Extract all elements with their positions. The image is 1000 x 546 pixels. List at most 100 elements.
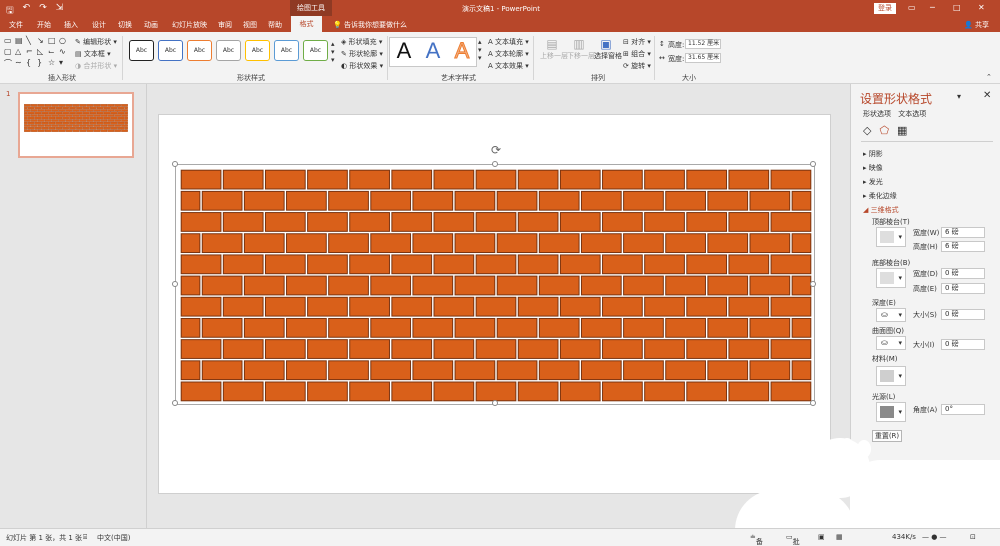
rotate-button[interactable]: ⟳ 旋转 ▾ <box>623 61 651 71</box>
shape-style-2[interactable]: Abc <box>158 40 183 61</box>
bottom-bevel-picker[interactable]: ▾ <box>876 268 906 288</box>
shape-triangle-icon[interactable]: △ <box>15 47 25 57</box>
section-soft-edges[interactable]: ▸ 柔化边缘 <box>863 191 897 201</box>
ribbon-display-icon[interactable]: ▭ <box>908 3 916 12</box>
shape-more-icon[interactable]: ▾ <box>59 58 69 68</box>
merge-shapes-button[interactable]: ◑ 合并形状 ▾ <box>75 61 117 71</box>
shape-style-4[interactable]: Abc <box>216 40 241 61</box>
comments-button[interactable]: ▭ 批注 <box>786 533 800 546</box>
text-fill-button[interactable]: A 文本填充 ▾ <box>488 37 529 47</box>
shape-style-1[interactable]: Abc <box>129 40 154 61</box>
send-backward-button[interactable]: ▥ 下移一层 <box>567 37 595 61</box>
shape-elbow-icon[interactable]: ⌙ <box>48 47 58 57</box>
wordart-style-3[interactable]: A <box>449 37 475 65</box>
tab-help[interactable]: 帮助 <box>268 20 282 30</box>
selection-pane-button[interactable]: ▣ 选择窗格 <box>594 37 622 61</box>
slide-canvas[interactable]: ⟳ <box>158 114 831 494</box>
maximize-icon[interactable]: □ <box>953 3 961 12</box>
tab-slideshow[interactable]: 幻灯片放映 <box>172 20 207 30</box>
resize-handle[interactable] <box>492 161 498 167</box>
bottom-bevel-height-input[interactable]: 0 磅 <box>941 283 985 294</box>
shape-rounded-icon[interactable]: ▢ <box>4 47 14 57</box>
shape-outline-button[interactable]: ✎ 形状轮廓 ▾ <box>341 49 383 59</box>
close-icon[interactable]: ✕ <box>978 3 985 12</box>
resize-handle[interactable] <box>172 400 178 406</box>
tab-shape-options[interactable]: 形状选项 <box>863 110 891 118</box>
resize-handle[interactable] <box>810 281 816 287</box>
login-button[interactable]: 登录 <box>874 3 896 14</box>
shape-star-icon[interactable]: ☆ <box>48 58 58 68</box>
sorter-view-icon[interactable]: ▦ <box>836 533 843 541</box>
align-button[interactable]: ⊟ 对齐 ▾ <box>623 37 651 47</box>
tab-review[interactable]: 审阅 <box>218 20 232 30</box>
tab-view[interactable]: 视图 <box>243 20 257 30</box>
contour-size-input[interactable]: 0 磅 <box>941 339 985 350</box>
contour-color-picker[interactable]: ⛀ ▾ <box>876 336 906 350</box>
tab-home[interactable]: 开始 <box>37 20 51 30</box>
shape-wave-icon[interactable]: ∼ <box>15 58 25 68</box>
resize-handle[interactable] <box>172 161 178 167</box>
rotate-handle-icon[interactable]: ⟳ <box>491 143 501 157</box>
language[interactable]: 中文(中国) <box>97 533 130 543</box>
shape-style-5[interactable]: Abc <box>245 40 270 61</box>
shape-oval-icon[interactable]: ○ <box>59 36 69 46</box>
shape-curve-icon[interactable]: ∿ <box>59 47 69 57</box>
section-reflection[interactable]: ▸ 映像 <box>863 163 883 173</box>
shape-gallery[interactable]: ▭ ▤ ╲ ↘ □ ○ ▢ △ ⌐ ◺ ⌙ ∿ ⌒ ∼ { } ☆ ▾ <box>4 36 69 68</box>
collapse-ribbon-icon[interactable]: ⌃ <box>986 73 992 81</box>
tab-format[interactable]: 格式 <box>291 16 322 32</box>
text-effects-button[interactable]: A 文本效果 ▾ <box>488 61 529 71</box>
shape-arrow-icon[interactable]: ↘ <box>37 36 47 46</box>
share-button[interactable]: 👤 共享 <box>964 20 989 30</box>
resize-handle[interactable] <box>172 281 178 287</box>
tab-text-options[interactable]: 文本选项 <box>898 110 926 118</box>
shape-rect-icon[interactable]: □ <box>48 36 58 46</box>
tab-transitions[interactable]: 切换 <box>118 20 132 30</box>
depth-color-picker[interactable]: ⛀ ▾ <box>876 308 906 322</box>
fill-line-icon[interactable]: ◇ <box>863 124 871 137</box>
resize-handle[interactable] <box>810 161 816 167</box>
tell-me-search[interactable]: 💡 告诉我你想要做什么 <box>333 20 407 30</box>
material-picker[interactable]: ▾ <box>876 366 906 386</box>
shape-rtriangle-icon[interactable]: ◺ <box>37 47 47 57</box>
height-field[interactable]: 11.52 厘米 <box>685 39 721 49</box>
reset-button[interactable]: 重置(R) <box>872 430 902 442</box>
wordart-gallery-more-icon[interactable]: ▴ ▾ ▾ <box>478 38 482 62</box>
wordart-style-2[interactable]: A <box>420 37 446 65</box>
top-bevel-picker[interactable]: ▾ <box>876 227 906 247</box>
size-properties-icon[interactable]: ▦ <box>897 124 907 137</box>
shape-textbox-icon[interactable]: ▤ <box>15 36 25 46</box>
shape-fill-button[interactable]: ◈ 形状填充 ▾ <box>341 37 382 47</box>
shape-bracket-icon[interactable]: { <box>26 58 36 68</box>
tab-insert[interactable]: 插入 <box>64 20 78 30</box>
text-box-button[interactable]: ▤ 文本框 ▾ <box>75 49 111 59</box>
width-field[interactable]: 31.65 厘米 <box>685 53 721 63</box>
section-glow[interactable]: ▸ 发光 <box>863 177 883 187</box>
section-shadow[interactable]: ▸ 阴影 <box>863 149 883 159</box>
top-bevel-height-input[interactable]: 6 磅 <box>941 241 985 252</box>
shape-corner-icon[interactable]: ⌐ <box>26 47 36 57</box>
wordart-style-1[interactable]: A <box>391 37 417 65</box>
shape-style-3[interactable]: Abc <box>187 40 212 61</box>
shape-line-icon[interactable]: ╲ <box>26 36 36 46</box>
shape-rectangle-icon[interactable]: ▭ <box>4 36 14 46</box>
bottom-bevel-width-input[interactable]: 0 磅 <box>941 268 985 279</box>
notes-button[interactable]: ≐ 备注 <box>750 533 763 546</box>
section-3d-format[interactable]: ◢ 三维格式 <box>863 205 899 215</box>
zoom-slider[interactable]: — ● — <box>922 533 947 541</box>
resize-handle[interactable] <box>810 400 816 406</box>
tab-animations[interactable]: 动画 <box>144 20 158 30</box>
resize-handle[interactable] <box>492 400 498 406</box>
edit-shape-button[interactable]: ✎ 编辑形状 ▾ <box>75 37 117 47</box>
minimize-icon[interactable]: ─ <box>930 3 935 12</box>
selected-shape[interactable] <box>172 161 816 406</box>
pane-options-icon[interactable]: ▾ <box>957 92 961 101</box>
top-bevel-width-input[interactable]: 6 磅 <box>941 227 985 238</box>
group-button[interactable]: ⊞ 组合 ▾ <box>623 49 651 59</box>
style-gallery-more-icon[interactable]: ▴ ▾ ▾ <box>331 40 335 64</box>
depth-size-input[interactable]: 0 磅 <box>941 309 985 320</box>
tab-file[interactable]: 文件 <box>9 20 23 30</box>
shape-effects-button[interactable]: ◐ 形状效果 ▾ <box>341 61 383 71</box>
spellcheck-icon[interactable]: ⌸ <box>83 533 87 542</box>
effects-icon[interactable]: ⬠ <box>879 124 889 137</box>
